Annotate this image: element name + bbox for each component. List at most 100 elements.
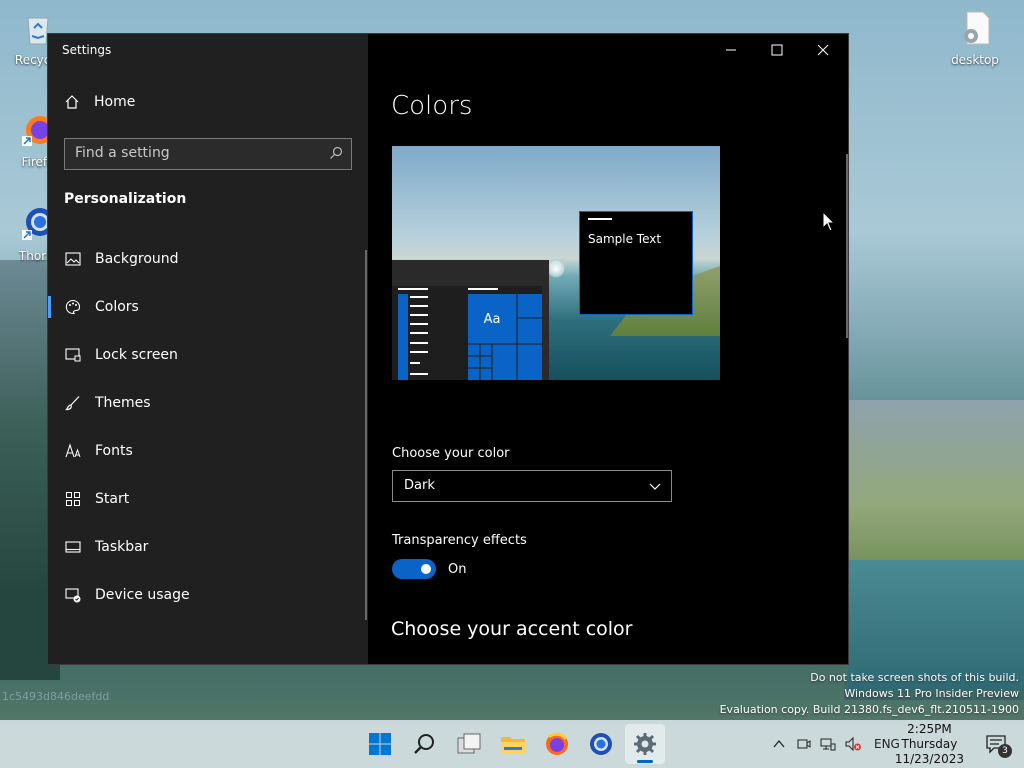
meet-now-icon[interactable] — [796, 736, 812, 752]
start-grid-icon — [66, 492, 80, 506]
sidebar-item-lock-screen[interactable]: Lock screen — [48, 331, 366, 379]
toggle-knob — [421, 564, 431, 574]
network-icon[interactable] — [820, 736, 836, 752]
search-placeholder: Find a setting — [75, 145, 170, 161]
maximize-button[interactable] — [754, 34, 800, 66]
notification-count-badge: 3 — [998, 744, 1012, 758]
choose-color-dropdown[interactable]: Dark — [392, 470, 672, 502]
thorium-icon — [590, 733, 612, 755]
dropdown-value: Dark — [404, 478, 435, 493]
start-icon — [369, 733, 391, 755]
sidebar-item-label: Background — [95, 251, 179, 267]
taskbar-task-view-button[interactable] — [449, 724, 489, 764]
content-pane: Colors Aa Sample Text Choose your color … — [368, 34, 848, 664]
taskbar-firefox[interactable] — [537, 724, 577, 764]
brush-icon — [65, 396, 80, 411]
sidebar-item-label: Fonts — [95, 443, 133, 459]
taskbar-thorium[interactable] — [581, 724, 621, 764]
preview-line — [410, 342, 428, 344]
sidebar-item-background[interactable]: Background — [48, 235, 366, 283]
preview-sample-window: Sample Text — [579, 211, 693, 315]
preview-line — [398, 288, 428, 290]
section-title: Personalization — [64, 191, 187, 207]
nav-home[interactable]: Home — [64, 94, 135, 110]
sidebar-item-label: Colors — [95, 299, 139, 315]
settings-file-icon — [964, 11, 990, 45]
sidebar-item-themes[interactable]: Themes — [48, 379, 366, 427]
nav-list: Background Colors Lock screen Themes Fon… — [48, 235, 366, 619]
sidebar-item-label: Start — [95, 491, 130, 507]
preview-line — [410, 373, 428, 375]
device-usage-icon — [65, 588, 81, 603]
sidebar-item-label: Taskbar — [95, 539, 149, 555]
taskbar: ENG 2:25PM Thursday 11/23/2023 3 — [0, 720, 1024, 768]
page-title: Colors — [391, 91, 473, 121]
search-input[interactable]: Find a setting — [64, 138, 352, 170]
task-view-icon — [457, 733, 481, 754]
title-bar[interactable]: Settings — [48, 34, 368, 66]
taskbar-start-button[interactable] — [360, 724, 400, 764]
taskbar-icon — [65, 541, 81, 553]
taskbar-search-button[interactable] — [405, 724, 445, 764]
clock[interactable]: 2:25PM Thursday 11/23/2023 — [895, 722, 964, 767]
build-watermark: Do not take screen shots of this build. … — [720, 670, 1019, 718]
sidebar-item-label: Themes — [95, 395, 151, 411]
desktop-icon-settings-file[interactable]: desktop — [940, 10, 1010, 67]
search-icon — [414, 734, 434, 754]
transparency-toggle[interactable] — [392, 559, 436, 579]
desktop-icon-label: desktop — [951, 53, 999, 67]
preview-line — [410, 296, 428, 298]
sidebar-item-colors[interactable]: Colors — [48, 283, 366, 331]
minimize-button[interactable] — [708, 34, 754, 66]
sidebar-item-label: Device usage — [95, 587, 190, 603]
minimize-icon — [726, 49, 736, 51]
window-title: Settings — [62, 43, 112, 57]
maximize-icon — [771, 44, 783, 56]
chevron-up-icon[interactable] — [772, 737, 786, 751]
sidebar-item-device-usage[interactable]: Device usage — [48, 571, 366, 619]
watermark-line: Do not take screen shots of this build. — [810, 671, 1019, 684]
preview-sun — [547, 260, 565, 278]
preview-line — [410, 314, 428, 316]
system-tray: ENG — [772, 720, 900, 768]
clock-time: 2:25PM — [907, 722, 952, 736]
preview-sample-line — [588, 218, 612, 220]
settings-window: Settings Home Find a setting Personaliza… — [47, 33, 849, 665]
watermark-line: Evaluation copy. Build 21380.fs_dev6_flt… — [719, 703, 1019, 716]
transparency-label: Transparency effects — [392, 533, 527, 548]
settings-icon — [634, 733, 656, 755]
clock-day: Thursday — [901, 737, 958, 751]
font-icon — [65, 443, 81, 458]
taskbar-settings[interactable] — [625, 724, 665, 764]
preview-sample-text: Sample Text — [588, 232, 662, 246]
build-hash: 1c5493d846deefdd — [2, 690, 110, 703]
preview-line — [410, 362, 420, 364]
volume-muted-icon[interactable] — [844, 736, 862, 752]
transparency-state: On — [448, 562, 467, 577]
sidebar-item-taskbar[interactable]: Taskbar — [48, 523, 366, 571]
sidebar-item-start[interactable]: Start — [48, 475, 366, 523]
close-button[interactable] — [800, 34, 846, 66]
accent-color-title: Choose your accent color — [391, 618, 633, 640]
preview-tile-label: Aa — [483, 311, 501, 327]
home-icon — [65, 95, 79, 109]
content-scrollbar[interactable] — [846, 154, 848, 338]
preview-line — [410, 332, 428, 334]
color-preview: Aa Sample Text — [392, 146, 720, 380]
close-icon — [817, 44, 829, 56]
sidebar: Settings Home Find a setting Personaliza… — [48, 34, 368, 664]
nav-home-label: Home — [94, 94, 136, 110]
sidebar-item-label: Lock screen — [95, 347, 178, 363]
sidebar-item-fonts[interactable]: Fonts — [48, 427, 366, 475]
preview-line — [468, 288, 498, 290]
preview-line — [410, 305, 428, 307]
file-explorer-icon — [501, 737, 525, 754]
taskbar-file-explorer[interactable] — [493, 724, 533, 764]
choose-color-label: Choose your color — [392, 446, 510, 461]
sidebar-scrollbar[interactable] — [365, 250, 367, 620]
palette-icon — [65, 299, 81, 314]
firefox-icon — [546, 732, 568, 755]
preview-accent-bar — [398, 294, 408, 380]
notification-center-button[interactable]: 3 — [976, 724, 1016, 764]
preview-line — [410, 323, 428, 325]
